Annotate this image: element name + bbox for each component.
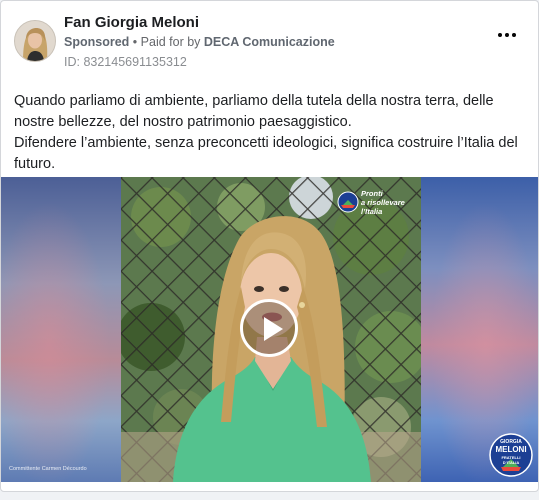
video-media[interactable]: Pronti a risollevare l’Italia Committent… [1, 177, 538, 482]
watermark-line-3: l’Italia [361, 207, 383, 216]
paid-for-label: Paid for by [140, 35, 201, 49]
page-name[interactable]: Fan Giorgia Meloni [64, 14, 199, 31]
video-credit: Committente Carmen Décourdo [9, 466, 87, 472]
sponsor-name[interactable]: DECA Comunicazione [204, 35, 335, 49]
post-text: Quando parliamo di ambiente, parliamo de… [14, 91, 526, 175]
post-text-line-1: Quando parliamo di ambiente, parliamo de… [14, 93, 494, 130]
play-icon [264, 317, 283, 341]
more-dot [512, 33, 516, 37]
post-header: Fan Giorgia Meloni Sponsored • Paid for … [1, 1, 538, 81]
play-button[interactable] [240, 299, 298, 357]
sponsored-label: Sponsored [64, 35, 130, 49]
party-logo: GIORGIA MELONI FRATELLI D’ITALIA [489, 433, 533, 477]
avatar[interactable] [14, 20, 56, 62]
avatar-image [15, 21, 55, 61]
post-text-line-2: Difendere l’ambiente, senza preconcetti … [14, 135, 518, 172]
sponsored-line: Sponsored • Paid for by DECA Comunicazio… [64, 35, 335, 49]
watermark-line-1: Pronti [361, 189, 383, 198]
party-logo-small-icon [337, 191, 359, 213]
logo-line-2: MELONI [495, 445, 527, 454]
separator-dot: • [132, 35, 138, 49]
more-horizontal-icon [498, 33, 502, 37]
campaign-watermark: Pronti a risollevare l’Italia [337, 189, 417, 217]
blurred-background-left [1, 177, 121, 482]
watermark-slogan: Pronti a risollevare l’Italia [361, 189, 405, 216]
ad-card: Fan Giorgia Meloni Sponsored • Paid for … [0, 0, 539, 492]
logo-line-4: D’ITALIA [502, 460, 520, 465]
watermark-line-2: a risollevare [361, 198, 405, 207]
more-dot [505, 33, 509, 37]
more-options-button[interactable] [497, 27, 519, 43]
ad-id: ID: 832145691135312 [64, 55, 187, 69]
